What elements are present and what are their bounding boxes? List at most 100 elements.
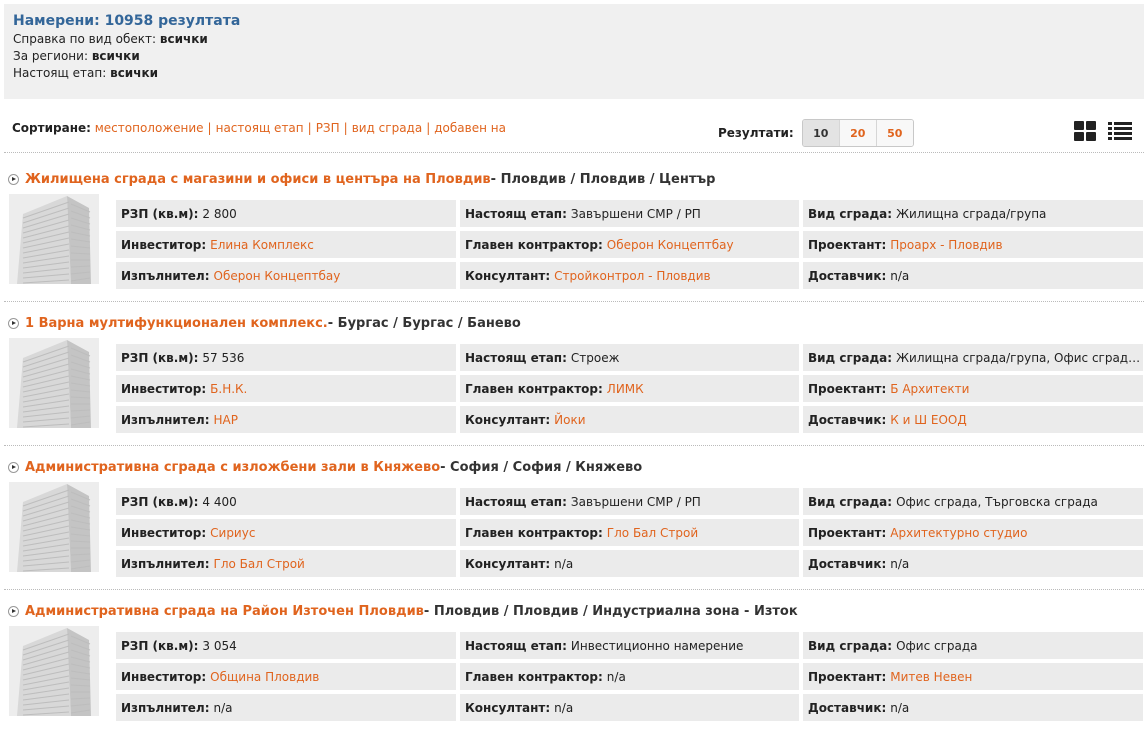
summary-label: Справка по вид обект: <box>13 32 157 46</box>
summary-label: За региони: <box>13 49 88 63</box>
project-field: Инвеститор: Б.Н.К. <box>116 375 456 402</box>
field-value: Завършени СМР / РП <box>570 206 701 221</box>
field-value-link[interactable]: Гло Бал Строй <box>214 557 305 571</box>
divider <box>4 589 1144 590</box>
field-label: Инвеститор: <box>121 525 207 540</box>
project-field: Вид сграда: Жилищна сграда/група, Офис сг… <box>803 344 1143 371</box>
page-size-selector: 10 20 50 <box>801 119 914 147</box>
sort-by-area[interactable]: РЗП <box>316 121 340 135</box>
page-size-50-button[interactable]: 50 <box>875 120 913 146</box>
field-value-link[interactable]: Община Пловдив <box>210 670 319 684</box>
field-value-link[interactable]: Митев Невен <box>890 670 972 684</box>
project-name-link[interactable]: 1 Варна мултифункционален комплекс. <box>25 316 328 331</box>
field-label: Инвеститор: <box>121 669 207 684</box>
sort-separator: | <box>426 121 431 135</box>
view-toggle <box>1074 121 1132 141</box>
field-value-link[interactable]: Архитектурно студио <box>890 526 1027 540</box>
summary-value: всички <box>159 32 208 46</box>
project-title-row: Жилищена сграда с магазини и офиси в цен… <box>8 170 715 188</box>
project-name-link[interactable]: Административна сграда с изложбени зали … <box>25 460 440 475</box>
field-value-link[interactable]: Оберон Концептбау <box>214 269 341 283</box>
sort-separator: | <box>207 121 212 135</box>
project-field: Вид сграда: Офис сграда, Търговска сграда <box>803 488 1143 515</box>
summary-regions: За региони: всички <box>13 49 140 63</box>
field-value-link[interactable]: Сириус <box>210 526 255 540</box>
page-size-20-button[interactable]: 20 <box>838 120 876 146</box>
field-value-link[interactable]: Б Архитекти <box>890 382 969 396</box>
divider <box>4 152 1144 153</box>
field-label: Консултант: <box>465 268 551 283</box>
field-value: Офис сграда, Търговска сграда <box>896 494 1098 509</box>
field-label: Доставчик: <box>808 556 887 571</box>
field-value: Офис сграда <box>896 638 978 653</box>
field-label: Проектант: <box>808 669 887 684</box>
sort-by-location[interactable]: местоположение <box>95 121 204 135</box>
project-field: Доставчик: n/a <box>803 550 1143 577</box>
field-label: Инвеститор: <box>121 237 207 252</box>
play-bullet-icon <box>8 605 19 617</box>
sort-separator: | <box>343 121 348 135</box>
play-bullet-icon <box>8 461 19 473</box>
project-field: Настоящ етап: Завършени СМР / РП <box>460 488 799 515</box>
project-field: Настоящ етап: Инвестиционно намерение <box>460 632 799 659</box>
project-field: Главен контрактор: Оберон Концептбау <box>460 231 799 258</box>
project-field: Доставчик: К и Ш ЕООД <box>803 406 1143 433</box>
building-icon[interactable] <box>9 194 99 284</box>
project-location: - Пловдив / Пловдив / Индустриална зона … <box>423 603 798 619</box>
project-field: РЗП (кв.м): 2 800 <box>116 200 456 227</box>
field-value-link[interactable]: Б.Н.К. <box>210 382 247 396</box>
field-value-link[interactable]: Стройконтрол - Пловдив <box>554 269 710 283</box>
project-record: Административна сграда на Район Източен … <box>4 602 1144 722</box>
building-icon[interactable] <box>9 338 99 428</box>
field-value: n/a <box>606 669 626 684</box>
play-bullet-icon <box>8 317 19 329</box>
field-value-link[interactable]: НАР <box>214 413 238 427</box>
field-value-link[interactable]: ЛИМК <box>607 382 644 396</box>
building-icon[interactable] <box>9 626 99 716</box>
field-value: n/a <box>890 556 910 571</box>
field-label: Инвеститор: <box>121 381 207 396</box>
project-title-row: Административна сграда с изложбени зали … <box>8 458 642 476</box>
project-name-link[interactable]: Административна сграда на Район Източен … <box>25 604 424 619</box>
field-value-link[interactable]: Оберон Концептбау <box>607 238 734 252</box>
project-field: Консултант: Стройконтрол - Пловдив <box>460 262 799 289</box>
divider <box>4 301 1144 302</box>
project-location: - Бургас / Бургас / Банево <box>327 315 521 331</box>
summary-stage: Настоящ етап: всички <box>13 66 158 80</box>
sort-by-stage[interactable]: настоящ етап <box>216 121 304 135</box>
project-field: Проектант: Митев Невен <box>803 663 1143 690</box>
field-value-link[interactable]: Гло Бал Строй <box>607 526 698 540</box>
sort-by-building-type[interactable]: вид сграда <box>352 121 423 135</box>
results-per-page: Резултати: 10 20 50 <box>718 119 914 147</box>
field-label: Консултант: <box>465 412 551 427</box>
field-value-link[interactable]: Йоки <box>554 413 585 427</box>
field-label: Проектант: <box>808 237 887 252</box>
field-value-link[interactable]: Елина Комплекс <box>210 238 314 252</box>
project-field: Доставчик: n/a <box>803 262 1143 289</box>
sort-by-date-added[interactable]: добавен на <box>434 121 506 135</box>
project-field: РЗП (кв.м): 4 400 <box>116 488 456 515</box>
field-value-link[interactable]: Проарх - Пловдив <box>890 238 1002 252</box>
building-icon[interactable] <box>9 482 99 572</box>
grid-view-icon[interactable] <box>1074 121 1096 141</box>
page-size-10-button[interactable]: 10 <box>802 120 839 146</box>
project-field: Изпълнител: Гло Бал Строй <box>116 550 456 577</box>
project-field: Инвеститор: Сириус <box>116 519 456 546</box>
field-value: Завършени СМР / РП <box>570 494 701 509</box>
summary-value: всички <box>91 49 140 63</box>
field-value: Строеж <box>570 350 620 365</box>
summary-label: Настоящ етап: <box>13 66 107 80</box>
field-value: Инвестиционно намерение <box>570 638 744 653</box>
field-label: РЗП (кв.м): <box>121 206 199 221</box>
field-label: Главен контрактор: <box>465 381 603 396</box>
list-view-icon[interactable] <box>1108 121 1132 141</box>
summary-value: всички <box>110 66 158 80</box>
project-name-link[interactable]: Жилищена сграда с магазини и офиси в цен… <box>25 172 491 187</box>
project-field: Проектант: Б Архитекти <box>803 375 1143 402</box>
field-value-link[interactable]: К и Ш ЕООД <box>890 413 966 427</box>
field-label: РЗП (кв.м): <box>121 494 199 509</box>
project-record: Административна сграда с изложбени зали … <box>4 458 1144 578</box>
field-label: Вид сграда: <box>808 494 893 509</box>
project-field: Настоящ етап: Завършени СМР / РП <box>460 200 799 227</box>
field-label: РЗП (кв.м): <box>121 638 199 653</box>
